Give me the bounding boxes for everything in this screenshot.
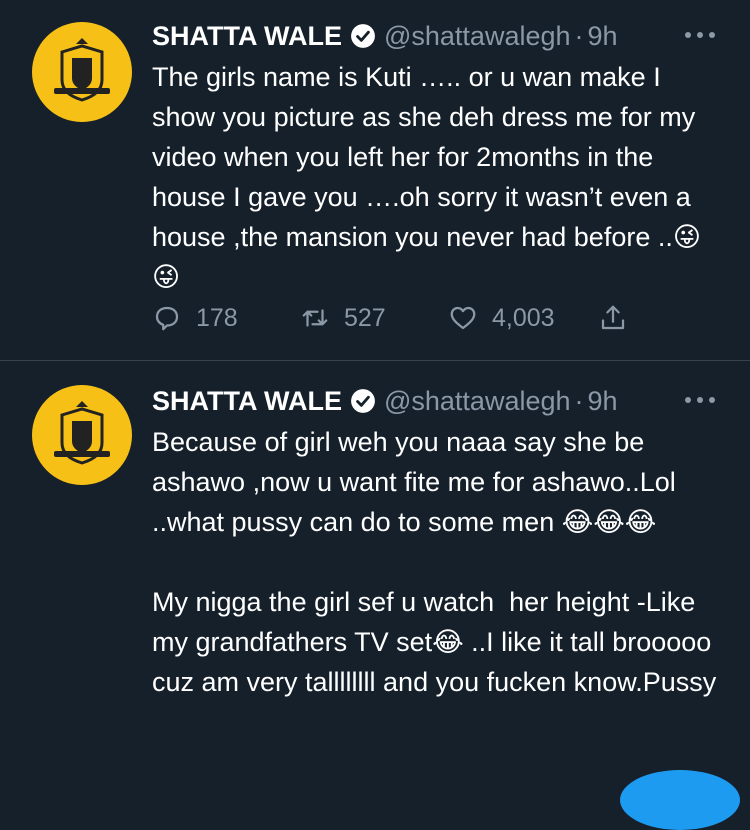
tweet-header: SHATTA WALE @shattawalegh · 9h <box>152 381 720 421</box>
separator-dot: · <box>574 20 584 51</box>
tweet-text: The girls name is Kuti ….. or u wan make… <box>152 62 703 292</box>
compose-tweet-button[interactable] <box>620 770 740 830</box>
like-icon <box>450 306 476 330</box>
like-count: 4,003 <box>492 303 555 332</box>
retweet-button[interactable]: 527 <box>300 298 448 338</box>
share-button[interactable] <box>598 298 638 338</box>
crest-logo-icon <box>54 38 110 102</box>
crest-logo-icon <box>54 401 110 465</box>
reply-button[interactable]: 178 <box>152 298 300 338</box>
author-name[interactable]: SHATTA WALE <box>152 21 342 52</box>
more-options-icon[interactable] <box>680 385 720 415</box>
tweet-timestamp[interactable]: 9h <box>588 386 618 417</box>
retweet-count: 527 <box>344 303 386 332</box>
verified-badge-icon <box>351 24 375 48</box>
tweet-text: Because of girl weh you naaa say she be … <box>152 427 717 697</box>
verified-badge-icon <box>351 389 375 413</box>
separator-dot: · <box>574 385 584 416</box>
like-button[interactable]: 4,003 <box>448 298 598 338</box>
tweet-header: SHATTA WALE @shattawalegh · 9h <box>152 16 720 56</box>
reply-icon <box>155 306 179 331</box>
share-icon <box>601 305 625 330</box>
author-handle[interactable]: @shattawalegh <box>384 386 571 417</box>
tweet[interactable]: SHATTA WALE @shattawalegh · 9h Because o… <box>0 361 750 782</box>
reply-count: 178 <box>196 303 238 332</box>
avatar[interactable] <box>32 22 132 122</box>
tweet-timestamp[interactable]: 9h <box>588 21 618 52</box>
tweet[interactable]: SHATTA WALE @shattawalegh · 9h The girls… <box>0 0 750 361</box>
author-name[interactable]: SHATTA WALE <box>152 386 342 417</box>
retweet-icon <box>302 309 328 327</box>
tweet-actions: 178 527 4,003 <box>152 298 638 338</box>
more-options-icon[interactable] <box>680 20 720 50</box>
author-handle[interactable]: @shattawalegh <box>384 21 571 52</box>
avatar[interactable] <box>32 385 132 485</box>
